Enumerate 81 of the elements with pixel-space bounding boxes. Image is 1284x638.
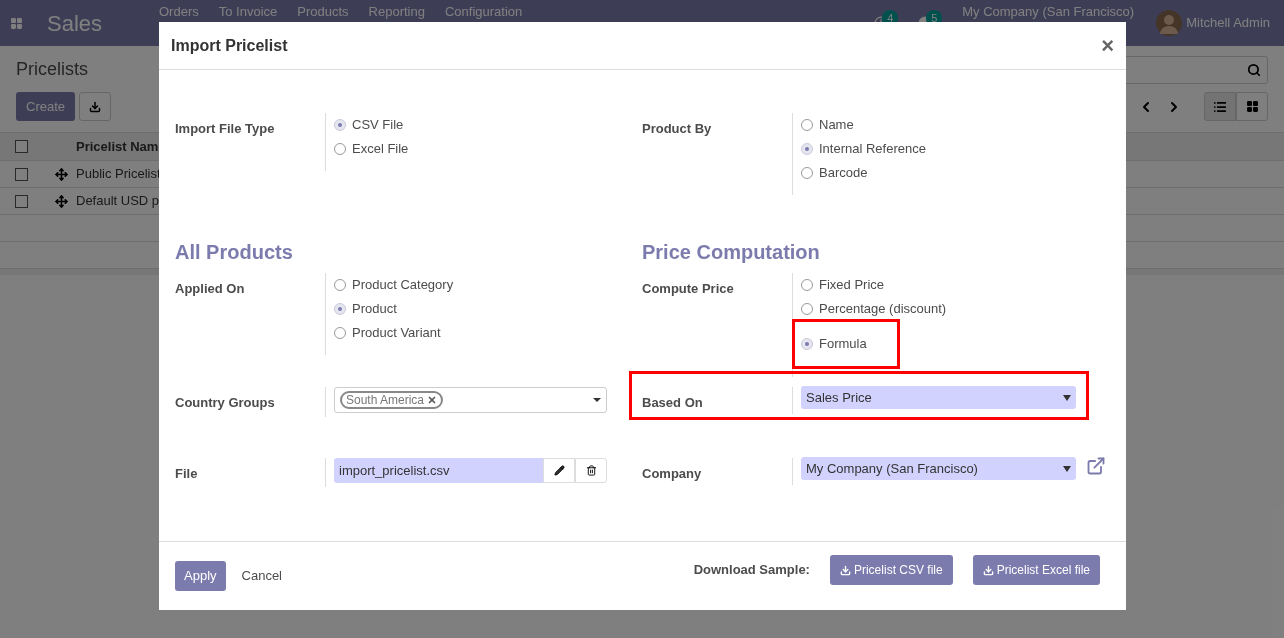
field-label: Applied On	[175, 281, 245, 296]
app-title: Sales	[47, 9, 104, 38]
caret-icon	[1063, 394, 1071, 401]
radio-label: Formula	[819, 335, 867, 354]
company-switcher[interactable]: My Company (San Francisco)	[962, 4, 1135, 19]
create-button[interactable]: Create	[16, 92, 76, 121]
field-label: Country Groups	[175, 395, 275, 410]
page-title: Pricelists	[16, 58, 89, 81]
radio-button[interactable]	[801, 279, 813, 291]
radio-button[interactable]	[334, 279, 346, 291]
user-menu[interactable]: Mitchell Admin	[1186, 13, 1270, 33]
trash-icon	[585, 465, 597, 476]
apps-icon[interactable]	[10, 16, 23, 30]
radio-button[interactable]	[334, 143, 346, 155]
radio-button[interactable]	[801, 119, 813, 131]
pencil-icon	[553, 465, 565, 476]
table-cell-text: Default USD p	[76, 192, 160, 211]
radio-button[interactable]	[334, 303, 346, 315]
dialog-title: Import Pricelist	[171, 35, 288, 56]
menu-item[interactable]: To Invoice	[218, 4, 278, 19]
field-label: Import File Type	[175, 121, 275, 136]
radio-label: CSV File	[352, 116, 404, 135]
radio-button[interactable]	[334, 119, 346, 131]
search-icon	[1247, 63, 1261, 77]
checkbox[interactable]	[15, 194, 28, 208]
menu-item[interactable]: Configuration	[444, 4, 523, 19]
radio-button[interactable]	[801, 143, 813, 155]
field-label: Based On	[642, 395, 703, 410]
download-icon	[839, 564, 851, 576]
list-view-button[interactable]	[1204, 92, 1236, 121]
menu-item[interactable]: Orders	[159, 4, 199, 19]
field-label: Compute Price	[642, 281, 734, 296]
field-label: Company	[642, 466, 702, 481]
tag[interactable]: South America	[340, 391, 444, 409]
section-heading: All Products	[175, 240, 293, 265]
field-label: File	[175, 466, 198, 481]
radio-button[interactable]	[334, 327, 346, 339]
sample-download-button[interactable]: Pricelist Excel file	[972, 555, 1100, 585]
checkbox[interactable]	[15, 167, 28, 181]
menu-item[interactable]: Reporting	[368, 4, 425, 19]
cancel-button[interactable]: Cancel	[241, 566, 282, 586]
caret-icon	[1063, 465, 1071, 472]
radio-label: Excel File	[352, 140, 409, 159]
column-header[interactable]: Pricelist Nam	[76, 136, 159, 157]
section-heading: Price Computation	[642, 240, 820, 265]
external-link-icon[interactable]	[1086, 456, 1106, 476]
radio-button[interactable]	[801, 303, 813, 315]
download-icon	[89, 100, 102, 113]
kanban-view-button[interactable]	[1236, 92, 1268, 121]
checkbox[interactable]	[15, 140, 28, 153]
drag-handle-icon[interactable]	[55, 167, 68, 181]
table-cell-text: Public Pricelist	[76, 165, 161, 184]
radio-label: Percentage (discount)	[819, 300, 947, 319]
radio-label: Product Category	[352, 276, 454, 295]
radio-label: Internal Reference	[819, 140, 926, 159]
radio-label: Name	[819, 116, 854, 135]
delete-button[interactable]	[575, 458, 607, 483]
radio-button[interactable]	[801, 338, 813, 350]
grid-icon	[1245, 100, 1259, 113]
field-label: Product By	[642, 121, 712, 136]
select-field[interactable]: My Company (San Francisco)	[801, 457, 1076, 480]
file-field[interactable]: import_pricelist.csv	[334, 458, 543, 483]
caret-icon	[593, 398, 601, 402]
download-button[interactable]	[79, 92, 112, 121]
radio-label: Product	[352, 300, 397, 319]
edit-button[interactable]	[543, 458, 575, 483]
apply-button[interactable]: Apply	[175, 561, 226, 591]
close-button[interactable]: ×	[1101, 34, 1114, 57]
select-field[interactable]: Sales Price	[801, 386, 1076, 409]
radio-label: Barcode	[819, 164, 868, 183]
list-icon	[1213, 99, 1227, 114]
tags-field[interactable]: South America	[334, 387, 607, 413]
remove-icon[interactable]	[427, 395, 438, 405]
radio-label: Product Variant	[352, 324, 441, 343]
drag-handle-icon[interactable]	[55, 194, 68, 208]
radio-button[interactable]	[801, 167, 813, 179]
download-sample-label: Download Sample:	[693, 561, 810, 580]
sample-download-button[interactable]: Pricelist CSV file	[829, 555, 953, 585]
radio-label: Fixed Price	[819, 276, 885, 295]
menu-item[interactable]: Products	[297, 4, 349, 19]
download-icon	[982, 564, 994, 576]
